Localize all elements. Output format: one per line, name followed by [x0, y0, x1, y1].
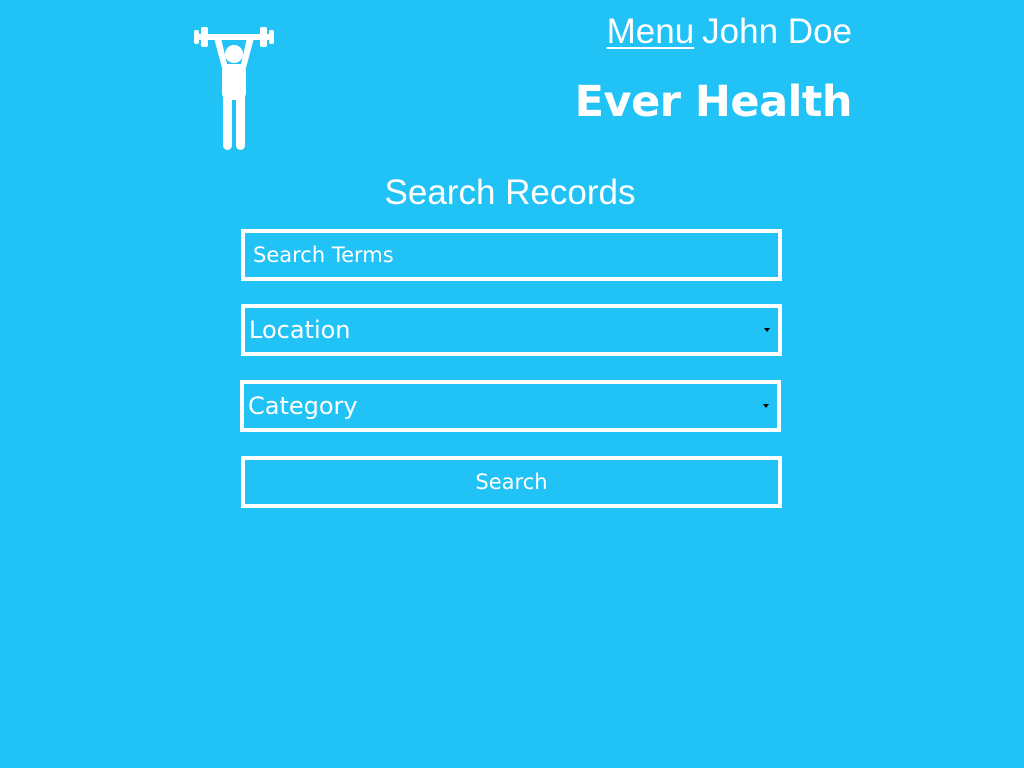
page-title: Search Records: [384, 173, 636, 212]
header-right: Menu John Doe Ever Health: [574, 12, 853, 128]
menu-link[interactable]: Menu: [607, 12, 695, 51]
location-select-value: Location: [249, 316, 351, 344]
location-select[interactable]: Location: [241, 304, 782, 356]
search-input[interactable]: [241, 229, 782, 281]
logo: [194, 24, 274, 150]
search-button[interactable]: Search: [241, 456, 782, 508]
caret-down-icon: [763, 404, 769, 408]
category-select[interactable]: Category: [240, 380, 781, 432]
user-name: John Doe: [702, 12, 852, 51]
category-select-value: Category: [248, 392, 358, 420]
weightlifter-icon: [194, 27, 274, 150]
top-bar: Menu John Doe: [575, 12, 852, 52]
caret-down-icon: [764, 328, 770, 332]
brand-title: Ever Health: [574, 77, 853, 127]
